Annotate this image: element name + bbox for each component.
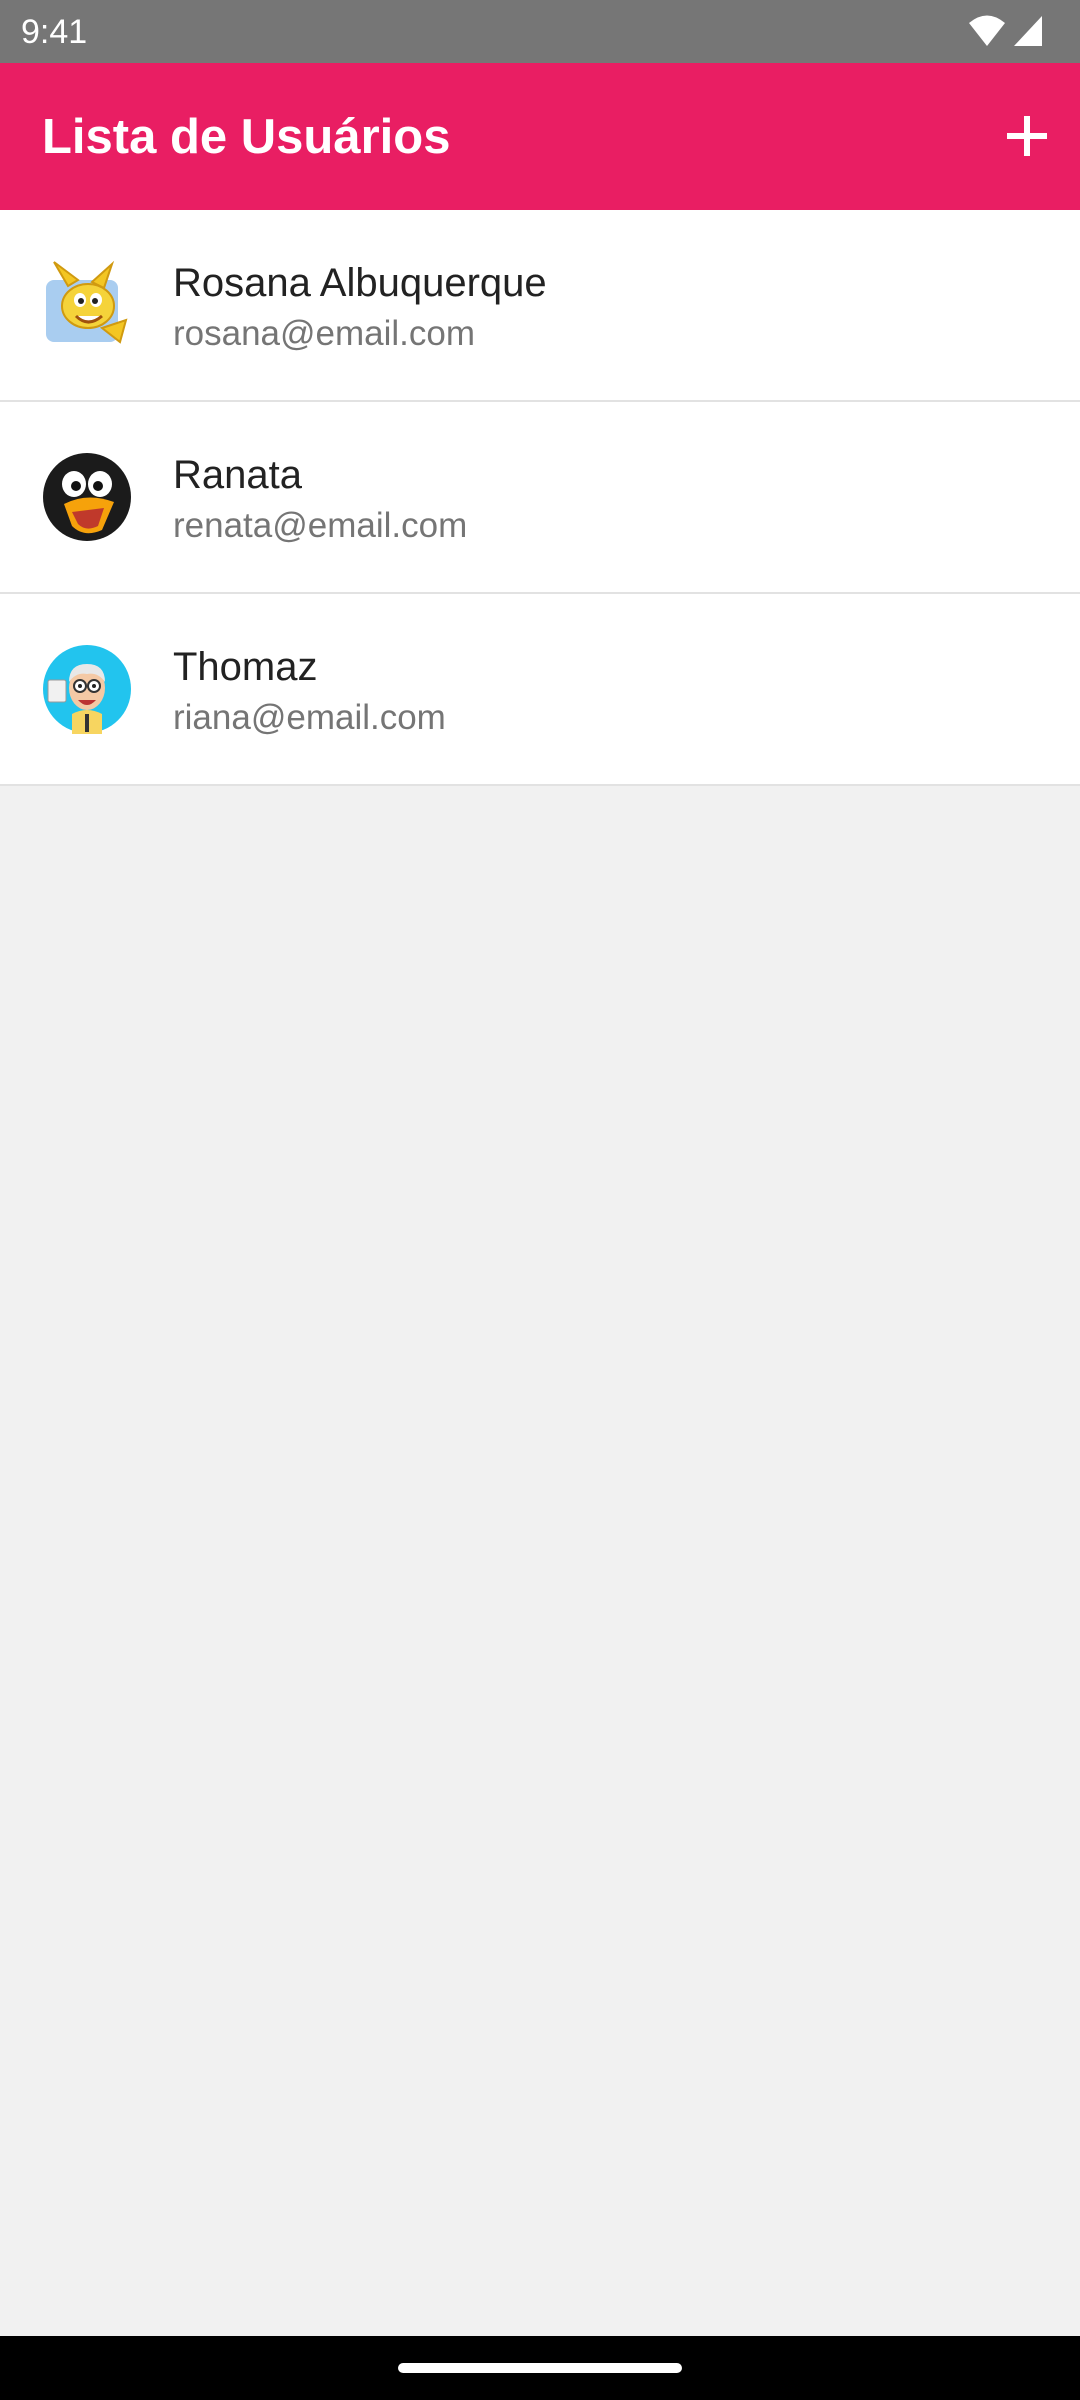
page-title: Lista de Usuários bbox=[42, 110, 451, 164]
user-name: Rosana Albuquerque bbox=[173, 261, 547, 305]
status-time: 9:41 bbox=[21, 13, 88, 51]
penguin-avatar-icon bbox=[43, 453, 131, 541]
signal-icon bbox=[1014, 16, 1042, 46]
rabbit-avatar-icon bbox=[46, 260, 128, 344]
user-email: renata@email.com bbox=[173, 506, 468, 545]
list-item[interactable]: Ranata renata@email.com bbox=[0, 402, 1080, 594]
navigation-bar bbox=[0, 2336, 1080, 2400]
plus-icon bbox=[1007, 116, 1047, 156]
user-email: rosana@email.com bbox=[173, 314, 476, 353]
add-user-button[interactable] bbox=[992, 101, 1062, 171]
wifi-icon bbox=[969, 15, 1005, 46]
professor-avatar-icon bbox=[43, 645, 131, 734]
user-list: Rosana Albuquerque rosana@email.com Rana… bbox=[0, 210, 1080, 786]
list-item[interactable]: Rosana Albuquerque rosana@email.com bbox=[0, 210, 1080, 402]
home-indicator[interactable] bbox=[398, 2363, 682, 2373]
user-email: riana@email.com bbox=[173, 698, 446, 737]
list-item[interactable]: Thomaz riana@email.com bbox=[0, 594, 1080, 786]
user-name: Ranata bbox=[173, 453, 302, 497]
app-bar: Lista de Usuários bbox=[0, 63, 1080, 210]
status-bar: 9:41 bbox=[0, 0, 1080, 63]
user-name: Thomaz bbox=[173, 645, 318, 689]
